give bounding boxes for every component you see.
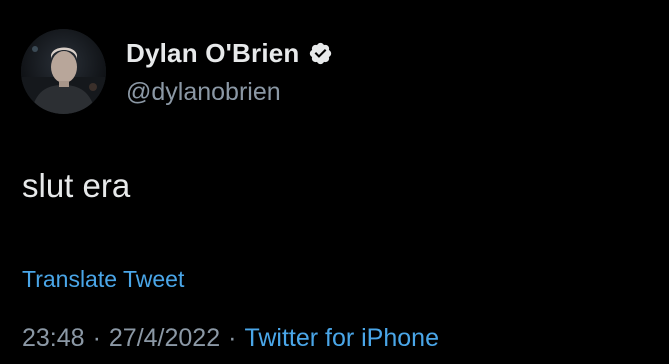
tweet-date[interactable]: 27/4/2022 bbox=[109, 324, 220, 353]
verified-badge-icon bbox=[308, 41, 333, 66]
tweet-time[interactable]: 23:48 bbox=[22, 324, 85, 353]
author-handle[interactable]: @dylanobrien bbox=[126, 78, 281, 107]
tweet-text: slut era bbox=[22, 167, 131, 204]
author-name-row: Dylan O'Brien bbox=[126, 36, 333, 70]
meta-separator: · bbox=[228, 324, 237, 352]
author-display-name[interactable]: Dylan O'Brien bbox=[126, 38, 300, 69]
author-avatar[interactable] bbox=[21, 29, 106, 114]
tweet-source-link[interactable]: Twitter for iPhone bbox=[244, 324, 439, 353]
tweet-meta: 23:48 · 27/4/2022 · Twitter for iPhone bbox=[22, 324, 439, 353]
translate-tweet-link[interactable]: Translate Tweet bbox=[22, 266, 184, 293]
profile-photo-icon bbox=[21, 29, 106, 114]
tweet-card: Dylan O'Brien @dylanobrien slut era Tran… bbox=[0, 0, 669, 364]
meta-separator: · bbox=[92, 324, 101, 352]
